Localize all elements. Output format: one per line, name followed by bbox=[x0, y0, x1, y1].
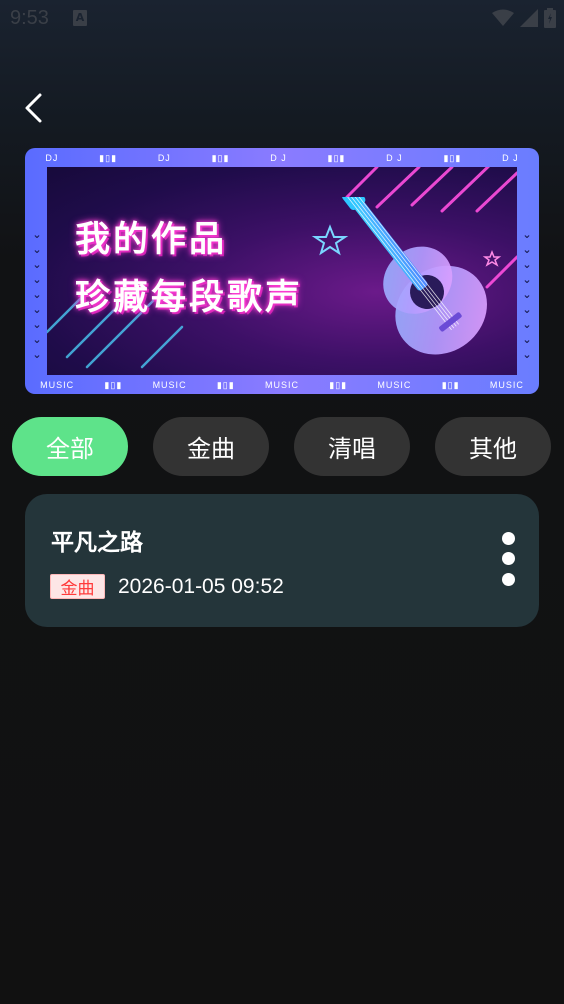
tab-all[interactable]: 全部 bbox=[12, 417, 128, 476]
strip-label: MUSIC bbox=[489, 380, 524, 390]
banner-left-chevrons: ⌄ ⌄ ⌄ ⌄ ⌄ ⌄ ⌄ ⌄ ⌄ bbox=[32, 228, 42, 361]
guitar-illustration bbox=[342, 197, 487, 355]
strip-sound-icon: ▮▯▮ bbox=[329, 379, 348, 390]
strip-label: MUSIC bbox=[40, 380, 75, 390]
strip-label: D J bbox=[386, 153, 403, 163]
work-datetime: 2026-01-05 09:52 bbox=[118, 575, 284, 598]
strip-sound-icon: ▮▯▮ bbox=[441, 379, 460, 390]
strip-sound-icon: ▮▯▮ bbox=[104, 379, 123, 390]
strip-sound-icon: ▮▯▮ bbox=[99, 152, 118, 163]
strip-sound-icon: ▮▯▮ bbox=[216, 379, 235, 390]
battery-icon bbox=[544, 8, 556, 28]
chevron-left-icon bbox=[25, 93, 42, 123]
strip-label: D J bbox=[502, 153, 519, 163]
banner-title-line1: 我的作品 bbox=[75, 220, 228, 260]
work-title: 平凡之路 bbox=[51, 530, 143, 556]
signal-icon bbox=[520, 9, 538, 27]
wifi-icon bbox=[492, 9, 514, 26]
more-options-button[interactable] bbox=[495, 528, 523, 590]
strip-label: D J bbox=[270, 153, 287, 163]
strip-sound-icon: ▮▯▮ bbox=[443, 152, 462, 163]
tab-hits[interactable]: 金曲 bbox=[153, 417, 269, 476]
banner: DJ ▮▯▮ DJ ▮▯▮ D J ▮▯▮ D J ▮▯▮ D J ⌄ ⌄ ⌄ ⌄ ⌄ ⌄… bbox=[25, 148, 539, 394]
tab-acapella[interactable]: 清唱 bbox=[294, 417, 410, 476]
strip-sound-icon: ▮▯▮ bbox=[327, 152, 346, 163]
a-icon: A bbox=[73, 10, 87, 26]
banner-top-strip: DJ ▮▯▮ DJ ▮▯▮ D J ▮▯▮ D J ▮▯▮ D J bbox=[25, 149, 539, 167]
strip-label: DJ bbox=[157, 153, 171, 163]
work-tag-badge: 金曲 bbox=[50, 574, 105, 599]
back-button[interactable] bbox=[16, 88, 56, 128]
strip-sound-icon: ▮▯▮ bbox=[211, 152, 230, 163]
category-tabs: 全部 金曲 清唱 其他 bbox=[12, 417, 552, 477]
banner-bottom-strip: MUSIC ▮▯▮ MUSIC ▮▯▮ MUSIC ▮▯▮ MUSIC ▮▯▮ … bbox=[25, 376, 539, 394]
banner-artwork: 我的作品 珍藏每段歌声 bbox=[47, 167, 517, 375]
strip-label: MUSIC bbox=[152, 380, 187, 390]
banner-right-chevrons: ⌄ ⌄ ⌄ ⌄ ⌄ ⌄ ⌄ ⌄ ⌄ bbox=[522, 228, 532, 361]
strip-label: DJ bbox=[45, 153, 59, 163]
banner-title-line2: 珍藏每段歌声 bbox=[75, 278, 304, 318]
status-bar: 9:53 A bbox=[0, 0, 564, 38]
status-time: 9:53 bbox=[10, 7, 49, 29]
strip-label: MUSIC bbox=[264, 380, 299, 390]
strip-label: MUSIC bbox=[377, 380, 412, 390]
work-card[interactable]: 平凡之路 金曲 2026-01-05 09:52 bbox=[25, 494, 539, 627]
tab-other[interactable]: 其他 bbox=[435, 417, 551, 476]
status-icons bbox=[492, 8, 556, 28]
